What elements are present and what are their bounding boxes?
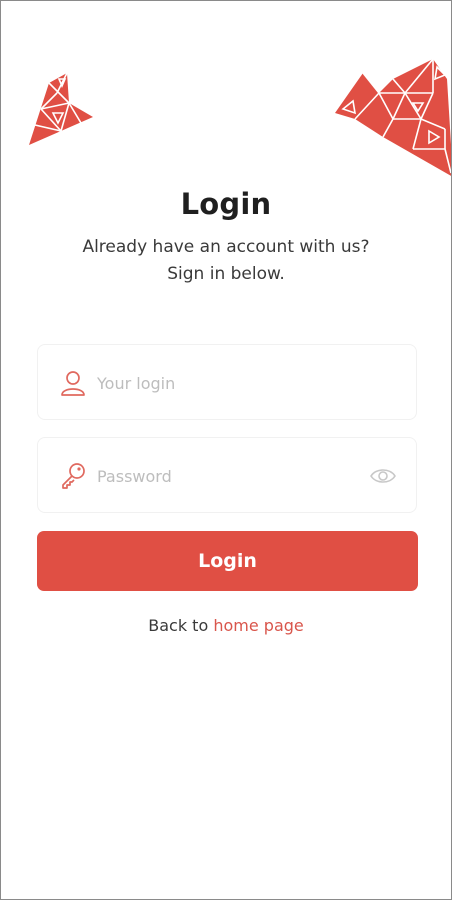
eye-icon[interactable] — [370, 466, 396, 486]
page-subtitle: Already have an account with us? Sign in… — [1, 234, 451, 288]
page-title: Login — [180, 187, 272, 221]
brand-logo-right — [335, 58, 451, 176]
login-button[interactable]: Login — [37, 531, 418, 591]
back-to-home: Back to home page — [1, 616, 451, 635]
password-input[interactable] — [97, 462, 357, 490]
subtitle-line-1: Already have an account with us? — [82, 237, 370, 257]
login-input[interactable] — [97, 369, 357, 397]
subtitle-line-2: Sign in below. — [167, 264, 285, 284]
back-prefix: Back to — [148, 616, 209, 635]
login-screen: Login Already have an account with us? S… — [0, 0, 452, 900]
brand-logo-left — [29, 73, 93, 145]
password-field[interactable] — [37, 437, 417, 513]
login-field[interactable] — [37, 344, 417, 420]
user-icon — [61, 371, 85, 396]
key-icon — [62, 463, 85, 489]
home-page-link[interactable]: home page — [213, 616, 303, 635]
